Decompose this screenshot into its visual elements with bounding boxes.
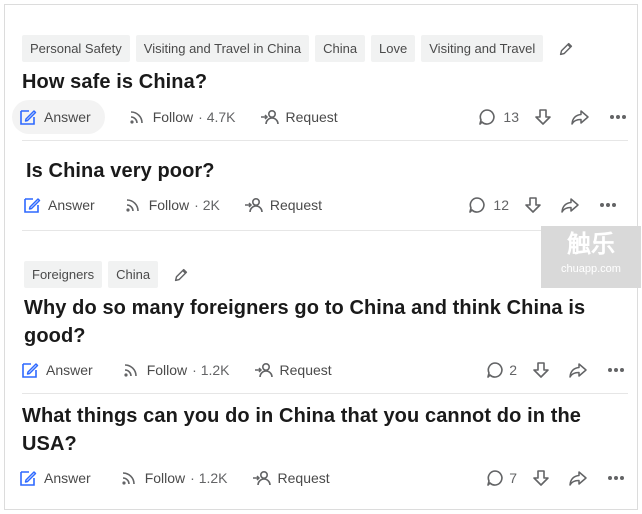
comment-icon — [479, 109, 496, 125]
topic-tag[interactable]: Foreigners — [24, 261, 103, 288]
downvote-icon[interactable] — [531, 468, 551, 488]
question-title-line: What things can you do in China that you… — [22, 405, 582, 427]
follow-label: Follow — [144, 470, 186, 486]
watermark-text: 触乐 — [567, 231, 615, 258]
question-title-line: USA? — [22, 433, 77, 455]
request-icon — [260, 109, 279, 125]
comment-button[interactable]: 13 — [477, 107, 519, 127]
question-title[interactable]: Why do so many foreigners go to China an… — [24, 294, 585, 350]
divider — [22, 230, 628, 231]
follow-icon — [124, 364, 137, 377]
watermark-url: chuapp.com — [561, 263, 621, 275]
follow-count: · 4.7K — [198, 109, 236, 125]
topic-tag[interactable]: China — [108, 261, 159, 288]
topic-tag[interactable]: Visiting and Travel in China — [135, 35, 310, 62]
more-icon[interactable] — [598, 195, 618, 215]
request-button[interactable]: Request — [252, 468, 330, 488]
share-icon[interactable] — [560, 195, 580, 215]
answer-icon — [20, 110, 37, 125]
action-bar: Answer Follow · 1.2K Request 7 — [20, 463, 628, 493]
topic-tag[interactable]: Personal Safety — [22, 35, 130, 62]
follow-label: Follow — [148, 197, 190, 213]
follow-icon — [126, 199, 139, 212]
follow-icon — [130, 111, 143, 124]
more-icon[interactable] — [608, 107, 628, 127]
topic-tag[interactable]: China — [315, 35, 366, 62]
downvote-icon[interactable] — [523, 195, 543, 215]
action-bar: Answer Follow · 4.7K Request 13 — [12, 100, 628, 134]
follow-button[interactable]: Follow · 2K — [123, 195, 220, 215]
comment-icon — [487, 362, 503, 378]
downvote-icon[interactable] — [533, 107, 553, 127]
question-title[interactable]: What things can you do in China that you… — [22, 402, 581, 458]
question-title[interactable]: Is China very poor? — [26, 157, 215, 185]
request-label: Request — [269, 197, 322, 213]
comment-icon — [487, 470, 503, 486]
action-bar: Answer Follow · 2K Request 12 — [24, 190, 628, 220]
topic-tag[interactable]: Visiting and Travel — [421, 35, 544, 62]
comment-count: 2 — [509, 362, 517, 378]
answer-icon — [20, 471, 37, 486]
answer-label: Answer — [46, 362, 93, 378]
request-icon — [252, 470, 271, 486]
secondary-actions: 2 — [485, 360, 626, 380]
secondary-actions: 13 — [477, 107, 628, 127]
request-icon — [254, 362, 273, 378]
answer-label: Answer — [44, 109, 91, 125]
downvote-icon[interactable] — [531, 360, 551, 380]
follow-count: · 1.2K — [192, 362, 230, 378]
answer-button[interactable]: Answer — [16, 188, 109, 222]
comment-button[interactable]: 7 — [485, 468, 517, 488]
action-bar: Answer Follow · 1.2K Request 2 — [22, 355, 628, 385]
answer-button[interactable]: Answer — [12, 100, 105, 134]
request-label: Request — [277, 470, 330, 486]
answer-button[interactable]: Answer — [12, 461, 105, 495]
pencil-icon[interactable] — [557, 40, 575, 58]
follow-button[interactable]: Follow · 1.2K — [119, 468, 228, 488]
comment-icon — [469, 197, 486, 213]
divider — [22, 393, 628, 394]
comment-button[interactable]: 2 — [485, 360, 517, 380]
comment-count: 13 — [503, 109, 519, 125]
comment-button[interactable]: 12 — [467, 195, 509, 215]
share-icon[interactable] — [570, 107, 590, 127]
topic-tags: Foreigners China — [24, 261, 190, 288]
answer-label: Answer — [44, 470, 91, 486]
pencil-icon[interactable] — [172, 266, 190, 284]
follow-icon — [122, 472, 135, 485]
request-button[interactable]: Request — [254, 360, 332, 380]
request-icon — [244, 197, 263, 213]
answer-icon — [24, 198, 41, 213]
comment-count: 12 — [493, 197, 509, 213]
request-button[interactable]: Request — [244, 195, 322, 215]
share-icon[interactable] — [568, 468, 588, 488]
secondary-actions: 12 — [467, 195, 618, 215]
share-icon[interactable] — [568, 360, 588, 380]
more-icon[interactable] — [606, 468, 626, 488]
topic-tag[interactable]: Love — [371, 35, 416, 62]
follow-count: · 1.2K — [190, 470, 228, 486]
follow-label: Follow — [152, 109, 194, 125]
follow-label: Follow — [146, 362, 188, 378]
answer-icon — [22, 363, 39, 378]
request-label: Request — [285, 109, 338, 125]
question-title[interactable]: How safe is China? — [22, 68, 207, 96]
follow-count: · 2K — [194, 197, 220, 213]
question-title-line: good? — [24, 325, 86, 347]
watermark-logo: 触乐 chuapp.com — [541, 226, 641, 288]
more-icon[interactable] — [606, 360, 626, 380]
question-title-line: Why do so many foreigners go to China an… — [24, 297, 586, 319]
topic-tags: Personal Safety Visiting and Travel in C… — [22, 35, 575, 62]
comment-count: 7 — [509, 470, 517, 486]
follow-button[interactable]: Follow · 4.7K — [127, 107, 236, 127]
request-label: Request — [279, 362, 332, 378]
secondary-actions: 7 — [485, 468, 626, 488]
divider — [22, 140, 628, 141]
answer-label: Answer — [48, 197, 95, 213]
follow-button[interactable]: Follow · 1.2K — [121, 360, 230, 380]
answer-button[interactable]: Answer — [14, 353, 107, 387]
request-button[interactable]: Request — [260, 107, 338, 127]
